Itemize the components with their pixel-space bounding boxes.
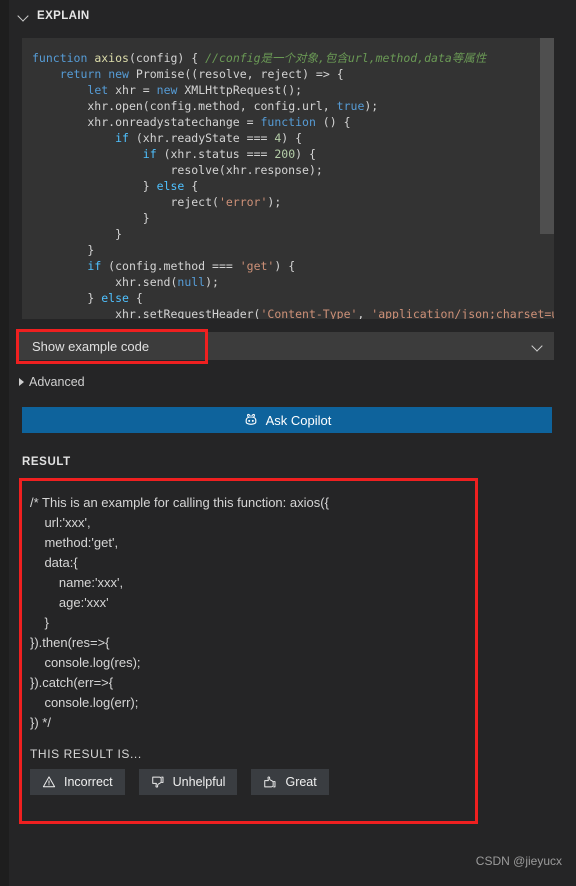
thumbs-up-icon	[264, 776, 276, 788]
chevron-down-icon[interactable]	[17, 9, 31, 23]
page-title: EXPLAIN	[37, 10, 90, 22]
result-text: /* This is an example for calling this f…	[30, 495, 329, 730]
panel-left-edge	[0, 0, 9, 886]
chevron-down-icon[interactable]	[531, 339, 545, 353]
triangle-right-icon[interactable]	[19, 378, 24, 386]
example-code-select[interactable]: Show example code	[19, 332, 554, 360]
warning-triangle-icon	[42, 776, 56, 788]
copilot-icon	[245, 413, 256, 425]
ask-copilot-label: Ask Copilot	[265, 412, 332, 428]
watermark: CSDN @jieyucx	[475, 854, 562, 868]
advanced-disclosure[interactable]: Advanced	[19, 373, 85, 391]
ask-copilot-button[interactable]: Ask Copilot	[22, 407, 552, 433]
feedback-unhelpful-button[interactable]: Unhelpful	[138, 769, 238, 795]
feedback-buttons: Incorrect Unhelpful Great	[30, 769, 329, 795]
feedback-unhelpful-label: Unhelpful	[172, 775, 226, 789]
code-vertical-scrollbar[interactable]	[540, 38, 554, 319]
result-panel: /* This is an example for calling this f…	[19, 478, 478, 824]
feedback-great-label: Great	[285, 775, 317, 789]
feedback-incorrect-label: Incorrect	[64, 775, 113, 789]
explain-panel: EXPLAIN function axios(config) { //confi…	[0, 0, 576, 886]
result-section-label: RESULT	[22, 456, 71, 468]
advanced-label: Advanced	[29, 375, 85, 389]
thumbs-down-icon	[151, 776, 164, 788]
scrollbar-thumb[interactable]	[540, 38, 554, 234]
feedback-prompt: THIS RESULT IS...	[30, 747, 142, 761]
feedback-great-button[interactable]: Great	[251, 769, 329, 795]
feedback-incorrect-button[interactable]: Incorrect	[30, 769, 125, 795]
example-code-select-value: Show example code	[32, 338, 150, 354]
code-preview-block: function axios(config) { //config是一个对象,包…	[22, 38, 554, 319]
code-content: function axios(config) { //config是一个对象,包…	[32, 51, 554, 319]
explain-section-header[interactable]: EXPLAIN	[9, 0, 576, 32]
